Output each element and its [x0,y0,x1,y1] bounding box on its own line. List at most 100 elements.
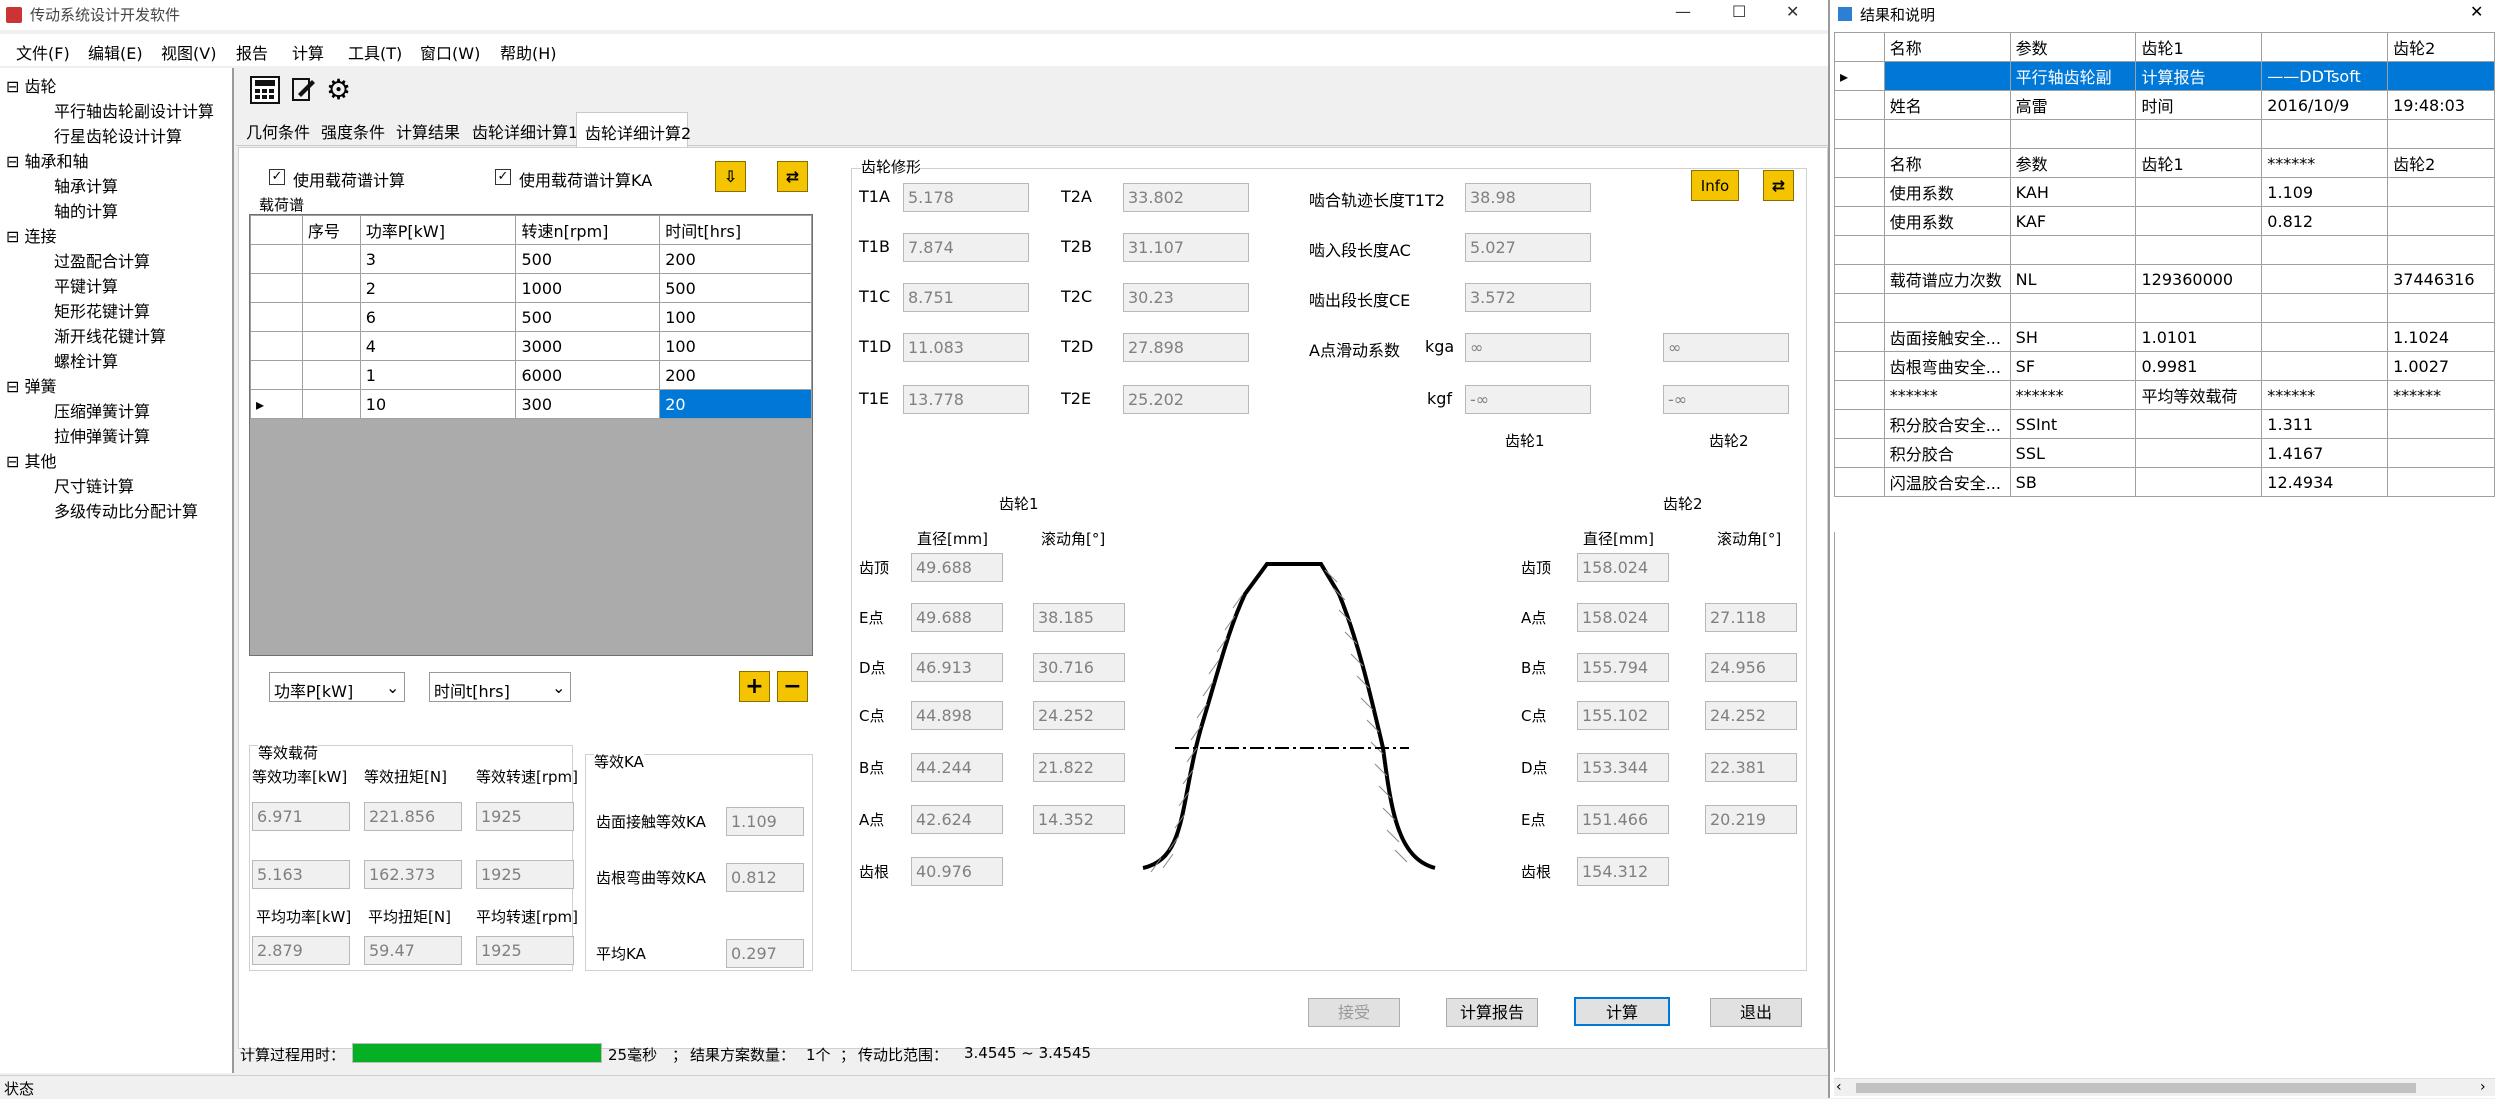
kgf-gear2: -∞ [1663,385,1789,414]
table-row[interactable]: 齿面接触安全... SH 1.0101 1.1024 [1834,322,2495,352]
table-row[interactable]: ▸ 平行轴齿轮副 计算报告 ——DDTsoft [1834,61,2495,91]
menu-help[interactable]: 帮助(H) [500,40,557,64]
import-icon[interactable]: ⇩ [715,161,746,192]
table-row[interactable]: 3 500 200 [250,244,812,274]
tree-item-ratio-split[interactable]: 多级传动比分配计算 [54,498,198,522]
calculator-icon[interactable] [250,76,280,104]
results-window-icon [1838,7,1852,21]
table-row[interactable]: 使用系数 KAF 0.812 [1834,206,2495,236]
tree-item-bolt[interactable]: 螺栓计算 [54,348,118,372]
tree-item-involute-spline[interactable]: 渐开线花键计算 [54,323,166,347]
table-row[interactable]: ****** ****** 平均等效载荷 ****** ****** [1834,380,2495,410]
main-area: ⚙ 几何条件 强度条件 计算结果 齿轮详细计算1 齿轮详细计算2 ✓ 使用载荷谱… [236,68,1830,1073]
line-of-action-value: 38.98 [1465,183,1591,212]
results-close-button[interactable]: ✕ [2470,2,2483,21]
tree-group-bearing[interactable]: ⊟ 轴承和轴 [6,148,89,172]
menu-file[interactable]: 文件(F) [16,40,70,64]
table-row[interactable]: 6 500 100 [250,302,812,332]
tree-item-bearing[interactable]: 轴承计算 [54,173,118,197]
table-row[interactable]: 积分胶合安全... SSInt 1.311 [1834,409,2495,439]
col-speed: 转速n[rpm] [515,215,661,245]
table-row[interactable]: 1 6000 200 [250,360,812,390]
menu-calc[interactable]: 计算 [292,40,324,64]
scroll-left-icon[interactable]: ‹ [1836,1079,1842,1095]
menu-view[interactable]: 视图(V) [161,40,216,64]
swap2-icon[interactable]: ⇄ [1763,170,1794,201]
gear2-angle: 20.219 [1705,805,1797,834]
gear-mod-title: 齿轮修形 [861,156,922,177]
avg-power-label: 平均功率[kW] [256,908,352,926]
kga-gear2: ∞ [1663,333,1789,362]
tab-geometry[interactable]: 几何条件 [246,119,310,143]
tree-item-parallel[interactable]: 平行轴齿轮副设计计算 [54,98,214,122]
table-row[interactable] [1834,119,2495,149]
remove-row-icon[interactable]: − [777,671,808,702]
t1b-label: T1B [859,237,890,256]
tree-item-interference[interactable]: 过盈配合计算 [54,248,150,272]
table-row[interactable]: 积分胶合 SSL 1.4167 [1834,438,2495,468]
tree-item-flat-key[interactable]: 平键计算 [54,273,118,297]
tree-item-rect-spline[interactable]: 矩形花键计算 [54,298,150,322]
close-button[interactable]: ✕ [1786,2,1799,21]
use-ka-checkbox[interactable]: ✓ [495,169,511,185]
tab-strength[interactable]: 强度条件 [321,119,385,143]
recess-label: 啮出段长度CE [1309,291,1411,310]
status-bar: 状态 [0,1075,1830,1098]
progress-bar [352,1043,602,1063]
tab-detail1[interactable]: 齿轮详细计算1 [472,119,578,143]
report-button[interactable]: 计算报告 [1446,998,1538,1027]
tree-item-extension[interactable]: 拉伸弹簧计算 [54,423,150,447]
tree-group-gear[interactable]: ⊟ 齿轮 [6,73,57,97]
menu-edit[interactable]: 编辑(E) [88,40,143,64]
calculate-button[interactable]: 计算 [1574,997,1670,1026]
equiv-torque-2: 162.373 [364,860,462,889]
gear1-angle: 14.352 [1033,805,1125,834]
maximize-button[interactable]: ☐ [1732,2,1746,21]
table-row[interactable]: 载荷谱应力次数 NL 129360000 37446316 [1834,264,2495,294]
swap-icon[interactable]: ⇄ [777,161,808,192]
table-row[interactable]: 名称 参数 齿轮1 ****** 齿轮2 [1834,148,2495,178]
table-row[interactable]: 4 3000 100 [250,331,812,361]
add-row-icon[interactable]: + [739,671,770,702]
accept-button[interactable]: 接受 [1308,998,1400,1027]
tree-item-dimension-chain[interactable]: 尺寸链计算 [54,473,134,497]
table-row[interactable] [1834,235,2495,265]
minimize-button[interactable]: — [1675,2,1691,21]
exit-button[interactable]: 退出 [1710,998,1802,1027]
scroll-right-icon[interactable]: › [2480,1079,2486,1095]
table-row[interactable]: 齿根弯曲安全... SF 0.9981 1.0027 [1834,351,2495,381]
gear2-row-label: A点 [1521,609,1547,627]
bending-ka-label: 齿根弯曲等效KA [596,869,706,887]
table-row[interactable] [1834,293,2495,323]
power-combo[interactable]: 功率P[kW] ⌄ [269,672,405,702]
use-spectrum-checkbox[interactable]: ✓ [269,169,285,185]
info-button[interactable]: Info [1691,170,1739,201]
equiv-ka-group: 等效KA 齿面接触等效KA 1.109 齿根弯曲等效KA 0.812 平均KA … [585,751,813,971]
table-row[interactable]: ▸ 10 300 20 [250,389,812,419]
gear-icon[interactable]: ⚙ [326,76,354,104]
tree-item-shaft[interactable]: 轴的计算 [54,198,118,222]
tab-results[interactable]: 计算结果 [396,119,460,143]
tree-item-compression[interactable]: 压缩弹簧计算 [54,398,150,422]
menu-window[interactable]: 窗口(W) [420,40,480,64]
table-row[interactable]: 2 1000 500 [250,273,812,303]
results-hscrollbar[interactable]: ‹ › [1834,1078,2495,1096]
edit-icon[interactable] [290,76,316,104]
menu-report[interactable]: 报告 [236,40,268,64]
tree-item-planet[interactable]: 行星齿轮设计计算 [54,123,182,147]
scroll-thumb[interactable] [1856,1083,2416,1093]
gear2-diam: 158.024 [1577,553,1669,582]
time-combo[interactable]: 时间t[hrs] ⌄ [429,672,571,702]
tree-group-connect[interactable]: ⊟ 连接 [6,223,57,247]
kga-gear1: ∞ [1465,333,1591,362]
tree-group-spring[interactable]: ⊟ 弹簧 [6,373,57,397]
tab-detail2[interactable]: 齿轮详细计算2 [576,112,691,147]
tree-group-other[interactable]: ⊟ 其他 [6,448,57,472]
equiv-power-1: 6.971 [252,802,350,831]
table-row[interactable]: 闪温胶合安全... SB 12.4934 [1834,467,2495,497]
menu-tools[interactable]: 工具(T) [348,40,402,64]
col-time: 时间t[hrs] [659,215,812,245]
table-row[interactable]: 使用系数 KAH 1.109 [1834,177,2495,207]
table-row[interactable]: 姓名 高雷 时间 2016/10/9 19:48:03 [1834,90,2495,120]
t1a-value: 5.178 [903,183,1029,212]
